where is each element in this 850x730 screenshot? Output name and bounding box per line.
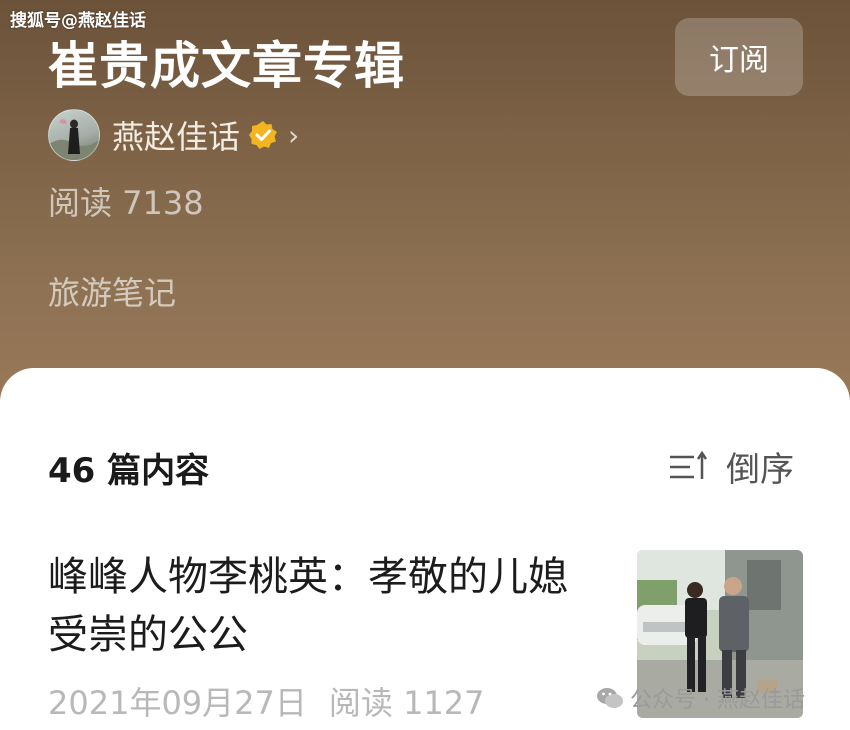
author-avatar[interactable]	[48, 109, 100, 161]
album-header: 搜狐号@燕赵佳话 崔贵成文章专辑 订阅 燕赵佳话 › 阅读 7138 旅游笔记	[0, 0, 850, 400]
sort-label[interactable]: 倒序	[726, 442, 794, 491]
wechat-watermark: 公众号 · 燕赵佳话	[596, 682, 805, 714]
author-name[interactable]: 燕赵佳话	[112, 112, 240, 158]
article-date: 2021年09月27日	[48, 684, 307, 722]
wechat-watermark-text: 公众号 · 燕赵佳话	[630, 688, 805, 713]
album-read-count: 阅读 7138	[48, 184, 204, 222]
sort-button[interactable]: 倒序	[668, 442, 794, 491]
album-title: 崔贵成文章专辑	[48, 37, 405, 95]
chevron-right-icon[interactable]: ›	[288, 119, 299, 152]
subscribe-button[interactable]: 订阅	[675, 18, 803, 96]
article-reads: 阅读 1127	[328, 684, 485, 722]
article-title[interactable]: 峰峰人物李桃英：孝敬的儿媳 受崇的公公	[48, 548, 608, 664]
wechat-icon	[597, 688, 623, 708]
sort-descending-icon	[670, 450, 708, 479]
content-panel: 46 篇内容 倒序 峰峰人物李桃英：孝敬的儿媳 受崇的公公 2021年09月27…	[0, 368, 850, 730]
author-link[interactable]: 燕赵佳话 ›	[48, 108, 299, 162]
album-category[interactable]: 旅游笔记	[48, 268, 176, 314]
verified-badge-icon	[249, 121, 278, 149]
content-count: 46 篇内容	[48, 451, 210, 491]
article-meta: 2021年09月27日 阅读 1127	[48, 678, 485, 724]
